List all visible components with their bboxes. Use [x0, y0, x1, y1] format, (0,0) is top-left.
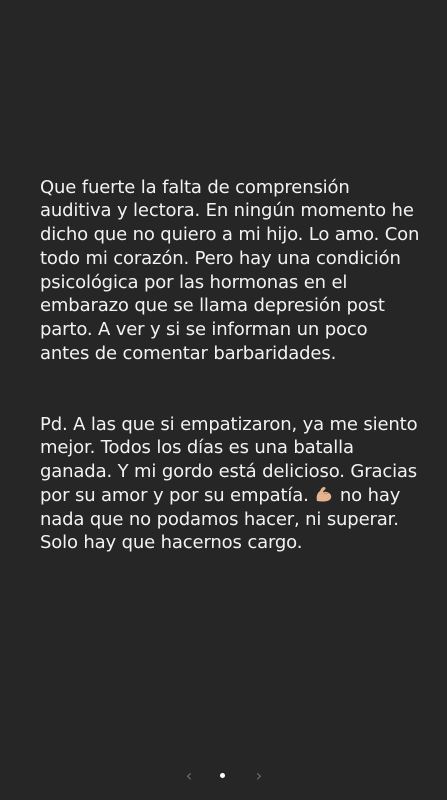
story-paragraph-2: Pd. A las que si empatizaron, ya me sien… — [40, 413, 420, 555]
story-navigation: ‹ › — [0, 764, 447, 788]
page-indicator-dot — [220, 773, 225, 778]
flexed-biceps-icon — [314, 485, 334, 503]
story-text: Que fuerte la falta de comprensión audit… — [40, 152, 420, 579]
chevron-right-icon[interactable]: › — [247, 764, 271, 788]
story-paragraph-1: Que fuerte la falta de comprensión audit… — [40, 176, 420, 364]
chevron-left-icon[interactable]: ‹ — [177, 764, 201, 788]
story-card: Que fuerte la falta de comprensión audit… — [0, 0, 447, 800]
